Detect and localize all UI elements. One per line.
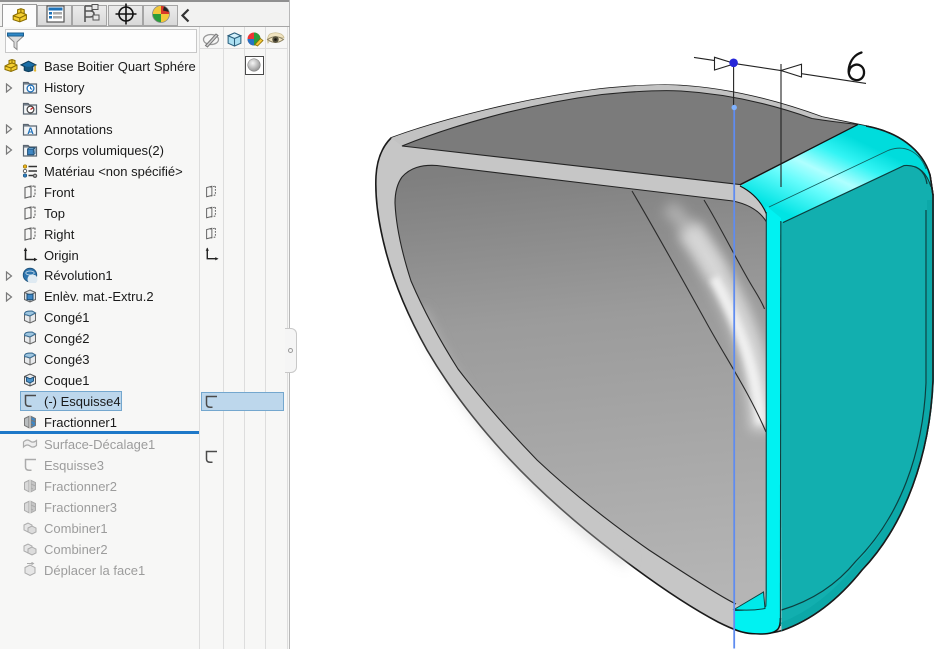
svg-text:A: A — [27, 126, 34, 136]
